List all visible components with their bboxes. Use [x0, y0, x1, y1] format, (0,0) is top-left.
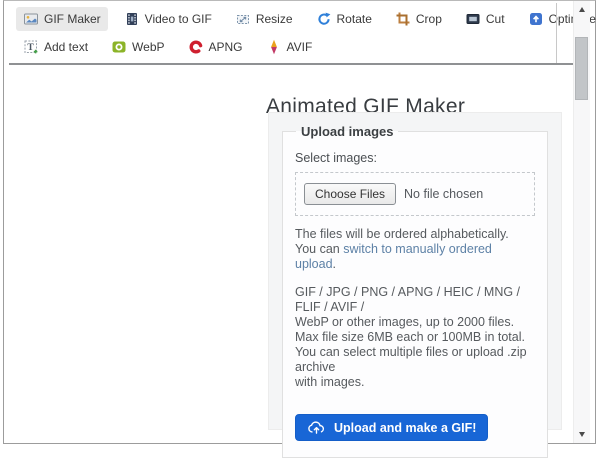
scroll-down-icon — [579, 431, 585, 437]
menu-item-label: Crop — [415, 12, 442, 26]
menu-item-label: Cut — [485, 12, 505, 26]
toolbar-row-1: GIF Maker Video to GIF Resize Rotate Cro… — [16, 6, 600, 32]
menu-item-label: AVIF — [286, 40, 313, 54]
menu-item-label: WebP — [132, 40, 165, 54]
menu-item-cut[interactable]: Cut — [458, 7, 512, 31]
formats-line: WebP or other images, up to 2000 files. — [295, 315, 515, 329]
svg-text:T: T — [27, 43, 34, 53]
menu-item-label: APNG — [208, 40, 243, 54]
upload-cloud-icon — [307, 420, 326, 435]
add-text-icon: T — [23, 39, 39, 55]
toolbar-right-border — [556, 3, 557, 63]
menu-item-label: Resize — [255, 12, 293, 26]
menu-item-add-text[interactable]: T Add text — [16, 35, 95, 59]
choose-files-button[interactable]: Choose Files — [304, 183, 397, 205]
formats-line: You can select multiple files or upload … — [295, 345, 527, 374]
order-note-line1: The files will be ordered alphabetically… — [295, 227, 509, 241]
file-input-area: Choose Files No file chosen — [295, 172, 535, 216]
scroll-up-button[interactable] — [574, 2, 590, 16]
upload-and-make-gif-button[interactable]: Upload and make a GIF! — [295, 414, 489, 441]
optimize-icon — [528, 11, 544, 27]
menu-item-avif[interactable]: AVIF — [259, 35, 320, 59]
toolbar-divider — [9, 63, 590, 65]
menu-item-label: Video to GIF — [144, 12, 212, 26]
webp-icon — [111, 39, 127, 55]
order-note: The files will be ordered alphabetically… — [295, 227, 535, 272]
upload-fieldset-legend: Upload images — [301, 124, 394, 139]
upload-button-label: Upload and make a GIF! — [334, 420, 477, 435]
menu-item-video-to-gif[interactable]: Video to GIF — [117, 7, 219, 31]
rotate-icon — [316, 11, 332, 27]
menu-item-rotate[interactable]: Rotate — [309, 7, 379, 31]
menu-item-label: GIF Maker — [44, 12, 101, 26]
order-note-line2: You can switch to manually ordered uploa… — [295, 242, 492, 271]
formats-line: Max file size 6MB each or 100MB in total… — [295, 330, 525, 344]
menu-item-label: Rotate — [336, 12, 372, 26]
scrollbar-thumb[interactable] — [575, 37, 588, 100]
menu-item-resize[interactable]: Resize — [228, 7, 300, 31]
menu-item-webp[interactable]: WebP — [104, 35, 171, 59]
video-to-gif-icon — [124, 11, 140, 27]
apng-icon — [188, 39, 204, 55]
menu-item-crop[interactable]: Crop — [388, 7, 449, 31]
toolbar-row-2: T Add text WebP APNG AVIF — [16, 34, 319, 60]
vertical-scrollbar[interactable] — [573, 1, 590, 443]
upload-panel: Upload images Select images: Choose File… — [268, 112, 562, 458]
resize-icon — [235, 11, 251, 27]
formats-note: GIF / JPG / PNG / APNG / HEIC / MNG / FL… — [295, 285, 535, 390]
cut-icon — [465, 11, 481, 27]
avif-icon — [266, 39, 282, 55]
browser-window: GIF Maker Video to GIF Resize Rotate Cro… — [3, 0, 596, 458]
file-chosen-status: No file chosen — [404, 187, 484, 201]
scroll-down-button[interactable] — [574, 427, 590, 441]
gif-maker-icon — [23, 11, 39, 27]
formats-line: with images. — [295, 375, 365, 389]
menu-item-gif-maker[interactable]: GIF Maker — [16, 7, 108, 31]
formats-line: GIF / JPG / PNG / APNG / HEIC / MNG / FL… — [295, 285, 521, 314]
select-images-label: Select images: — [295, 151, 377, 165]
crop-icon — [395, 11, 411, 27]
scroll-up-icon — [579, 6, 585, 12]
upload-fieldset: Upload images Select images: Choose File… — [282, 124, 548, 458]
menu-item-label: Add text — [44, 40, 89, 54]
menu-item-apng[interactable]: APNG — [181, 35, 250, 59]
